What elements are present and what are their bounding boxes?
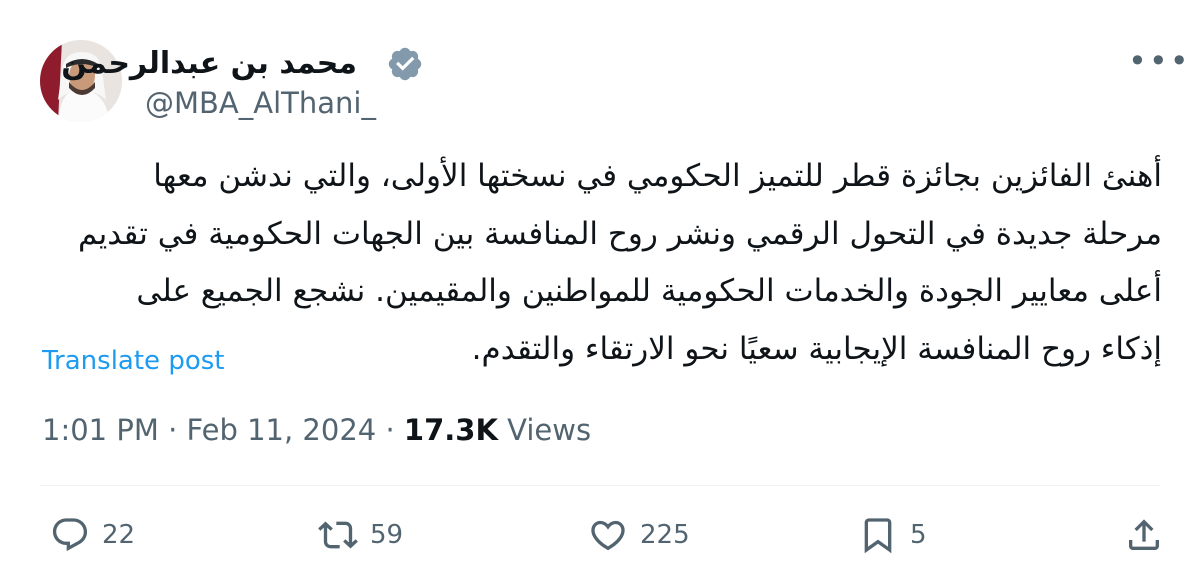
tweet-time[interactable]: 1:01 PM [42, 413, 159, 447]
repost-icon [318, 521, 358, 549]
translate-post-link[interactable]: Translate post [42, 346, 224, 376]
repost-button[interactable]: 59 [318, 512, 403, 558]
like-button[interactable]: 225 [588, 512, 690, 558]
bookmark-count: 5 [910, 520, 927, 550]
tweet-date[interactable]: Feb 11, 2024 [187, 413, 377, 447]
display-name[interactable]: محمد بن عبدالرحمن [61, 46, 357, 81]
like-count: 225 [640, 520, 690, 550]
divider [40, 485, 1160, 486]
tweet-text-line: مرحلة جديدة في التحول الرقمي ونشر روح ال… [78, 215, 1162, 252]
like-icon [591, 520, 625, 551]
bookmark-icon [864, 518, 892, 554]
meta-separator: · [168, 413, 178, 447]
user-handle[interactable]: @MBA_AlThani_ [145, 86, 376, 120]
reply-count: 22 [102, 520, 136, 550]
views-count: 17.3K [403, 413, 498, 447]
verified-badge-icon [388, 47, 422, 81]
tweet-text: أهنئ الفائزين بجائزة قطر للتميز الحكومي … [38, 148, 1162, 378]
tweet-meta: 1:01 PM · Feb 11, 2024 · 17.3K Views [42, 413, 591, 447]
reply-button[interactable]: 22 [50, 512, 135, 558]
meta-separator: · [385, 413, 395, 447]
tweet-text-line: أهنئ الفائزين بجائزة قطر للتميز الحكومي … [153, 158, 1162, 194]
views-label: Views [507, 413, 592, 447]
reply-icon [52, 518, 88, 552]
tweet-text-line: أعلى معايير الجودة والخدمات الحكومية للم… [136, 273, 1162, 309]
share-button[interactable] [1124, 512, 1164, 558]
bookmark-button[interactable]: 5 [858, 512, 927, 558]
repost-count: 59 [370, 520, 404, 550]
share-icon [1129, 519, 1159, 550]
more-icon[interactable]: ••• [1128, 42, 1191, 80]
